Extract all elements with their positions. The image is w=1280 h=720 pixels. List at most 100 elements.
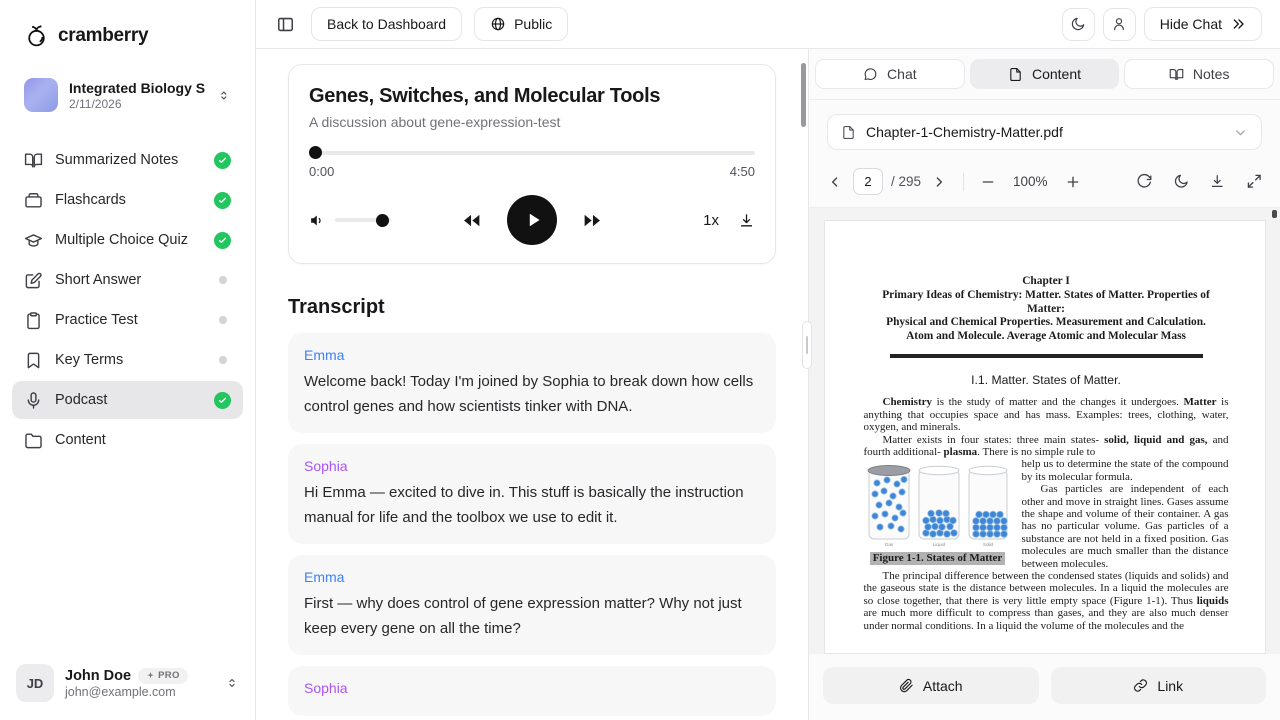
moon-icon	[1173, 173, 1190, 190]
sidebar-item-flashcards[interactable]: Flashcards	[12, 181, 243, 219]
page-total: / 295	[891, 174, 921, 189]
user-email: john@example.com	[65, 685, 188, 699]
status-badge	[214, 192, 231, 209]
sidebar-item-content[interactable]: Content	[12, 421, 243, 459]
back-to-dashboard-button[interactable]: Back to Dashboard	[311, 7, 462, 41]
transcript-message: Sophia Hi Emma — excited to dive in. Thi…	[288, 444, 776, 544]
transcript-message: Emma First — why does control of gene ex…	[288, 555, 776, 655]
paperclip-icon	[899, 678, 914, 693]
previous-page-button[interactable]	[825, 172, 845, 192]
flashcards-icon	[24, 191, 43, 210]
content-panel: Chat Content Notes Chapter-1-C	[808, 49, 1280, 720]
next-page-button[interactable]	[929, 172, 949, 192]
sidebar-item-short-answer[interactable]: Short Answer	[12, 261, 243, 299]
fullscreen-button[interactable]	[1244, 171, 1265, 192]
download-icon	[1209, 173, 1226, 190]
pdf-heading-line: Primary Ideas of Chemistry: Matter. Stat…	[864, 289, 1229, 317]
podcast-pane: Genes, Switches, and Molecular Tools A d…	[256, 49, 808, 720]
pdf-toolbar: 2 / 295 100%	[809, 162, 1280, 208]
sidebar-item-podcast[interactable]: Podcast	[12, 381, 243, 419]
play-button[interactable]	[507, 195, 557, 245]
page-number-input[interactable]: 2	[853, 168, 883, 195]
pdf-theme-button[interactable]	[1171, 171, 1192, 192]
file-name: Chapter-1-Chemistry-Matter.pdf	[866, 124, 1063, 140]
tab-notes[interactable]: Notes	[1124, 59, 1274, 89]
link-button[interactable]: Link	[1051, 667, 1267, 704]
reload-pdf-button[interactable]	[1134, 171, 1155, 192]
minus-icon	[980, 174, 996, 190]
svg-text:Liquid: Liquid	[932, 542, 945, 547]
zoom-out-button[interactable]	[978, 172, 998, 192]
volume-slider[interactable]	[335, 218, 391, 222]
sidebar-item-summarized-notes[interactable]: Summarized Notes	[12, 141, 243, 179]
status-badge	[214, 352, 231, 369]
download-pdf-button[interactable]	[1207, 171, 1228, 192]
hide-chat-button[interactable]: Hide Chat	[1144, 7, 1262, 41]
project-meta: Integrated Biology S… 2/11/2026	[69, 80, 206, 111]
playback-speed-button[interactable]: 1x	[703, 212, 719, 229]
sidebar-item-label: Multiple Choice Quiz	[55, 232, 188, 248]
tab-chat[interactable]: Chat	[815, 59, 965, 89]
pdf-page: Chapter I Primary Ideas of Chemistry: Ma…	[824, 220, 1266, 654]
message-text: First — why does control of gene express…	[304, 591, 760, 641]
transcript-message: Emma Welcome back! Today I'm joined by S…	[288, 333, 776, 433]
transcript-list: Emma Welcome back! Today I'm joined by S…	[288, 333, 776, 716]
speaker-name: Sophia	[304, 680, 760, 696]
message-text: Welcome back! Today I'm joined by Sophia…	[304, 369, 760, 419]
bookmark-icon	[24, 351, 43, 370]
volume-knob[interactable]	[376, 214, 389, 227]
seek-bar[interactable]	[309, 146, 755, 159]
status-badge	[214, 392, 231, 409]
pdf-heading-line: Physical and Chemical Properties. Measur…	[864, 316, 1229, 330]
attach-button[interactable]: Attach	[823, 667, 1039, 704]
public-button[interactable]: Public	[474, 7, 568, 41]
progress-knob[interactable]	[309, 146, 322, 159]
pdf-viewer[interactable]: Chapter I Primary Ideas of Chemistry: Ma…	[809, 208, 1280, 654]
zoom-in-button[interactable]	[1063, 172, 1083, 192]
tab-content[interactable]: Content	[970, 59, 1120, 89]
graduation-cap-icon	[24, 231, 43, 250]
sidebar-item-multiple-choice-quiz[interactable]: Multiple Choice Quiz	[12, 221, 243, 259]
fast-forward-icon	[582, 210, 603, 231]
status-badge	[214, 312, 231, 329]
volume-icon[interactable]	[309, 212, 326, 229]
project-selector[interactable]: Integrated Biology S… 2/11/2026	[14, 72, 241, 118]
app-logo: cramberry	[0, 0, 255, 52]
sidebar-item-key-terms[interactable]: Key Terms	[12, 341, 243, 379]
rewind-icon	[461, 210, 482, 231]
file-icon	[841, 125, 856, 140]
file-selector[interactable]: Chapter-1-Chemistry-Matter.pdf	[827, 114, 1262, 150]
rewind-button[interactable]	[461, 210, 482, 231]
pdf-section-heading: I.1. Matter. States of Matter.	[864, 374, 1229, 386]
user-menu[interactable]: JD John Doe PRO john@example.com	[0, 650, 255, 720]
elapsed-time: 0:00	[309, 164, 334, 179]
play-icon	[522, 209, 544, 231]
states-of-matter-figure: Gas Liquid Solid Figure 1-1. States of M…	[864, 461, 1012, 564]
sidebar-item-label: Key Terms	[55, 352, 123, 368]
double-rule	[890, 354, 1203, 358]
sidebar-toggle-button[interactable]	[272, 11, 299, 38]
sidebar-item-practice-test[interactable]: Practice Test	[12, 301, 243, 339]
podcast-title: Genes, Switches, and Molecular Tools	[309, 85, 755, 108]
panel-left-icon	[276, 15, 295, 34]
sidebar-item-label: Summarized Notes	[55, 152, 178, 168]
fast-forward-button[interactable]	[582, 210, 603, 231]
pdf-scrollbar[interactable]	[1272, 210, 1277, 218]
sidebar-item-label: Flashcards	[55, 192, 126, 208]
theme-toggle-button[interactable]	[1062, 8, 1095, 41]
topbar: Back to Dashboard Public Hide Chat	[256, 0, 1280, 49]
file-icon	[1008, 67, 1023, 82]
transcript-scrollbar[interactable]	[801, 63, 806, 127]
account-button[interactable]	[1103, 8, 1136, 41]
microphone-icon	[24, 391, 43, 410]
folder-icon	[24, 431, 43, 450]
chevron-down-icon	[1233, 125, 1248, 140]
player-controls: 1x	[309, 195, 755, 245]
download-audio-button[interactable]	[738, 212, 755, 229]
sidebar-item-label: Podcast	[55, 392, 107, 408]
expand-icon	[1246, 173, 1263, 190]
clipboard-icon	[24, 311, 43, 330]
speaker-name: Emma	[304, 347, 760, 363]
pdf-paragraph: The principal difference between the con…	[864, 570, 1229, 632]
panel-resize-handle[interactable]	[802, 321, 812, 369]
